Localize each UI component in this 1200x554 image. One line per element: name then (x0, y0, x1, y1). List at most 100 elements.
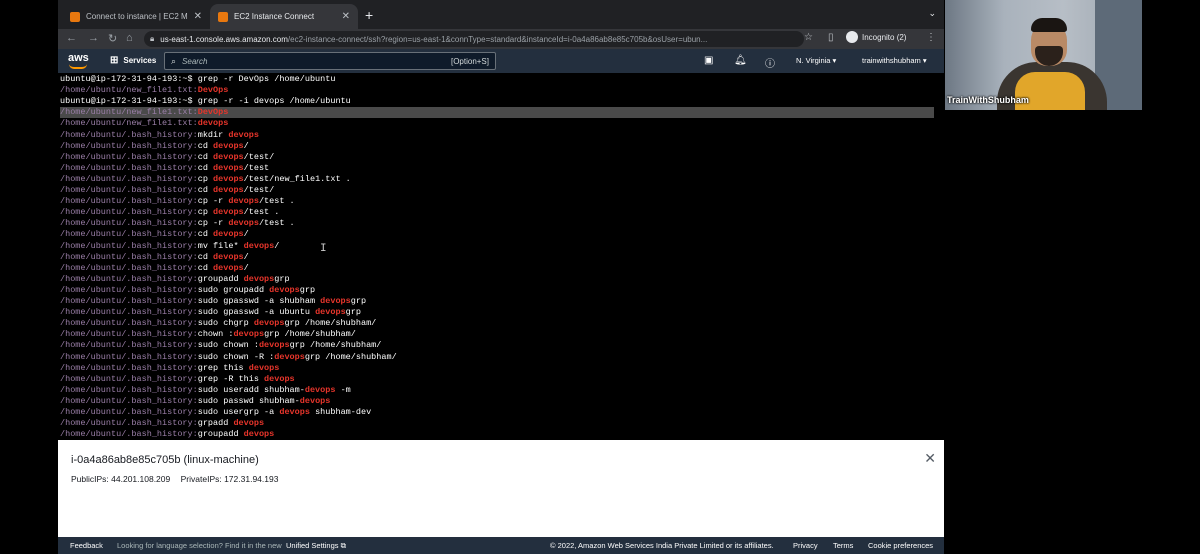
lock-icon[interactable]: 🔒︎ (150, 34, 154, 44)
file-path-prefix: /home/ubuntu/.bash_history: (60, 307, 198, 318)
grep-match: devops (197, 118, 229, 129)
terminal-line: /home/ubuntu/.bash_history:sudo passwd s… (60, 396, 934, 407)
services-menu-button[interactable]: ⊞ Services (110, 55, 156, 66)
file-path-prefix: /home/ubuntu/.bash_history: (60, 173, 198, 184)
terminal-text: sudo chown : (197, 340, 259, 351)
tab-close-icon[interactable]: ✕ (194, 11, 202, 22)
terminal-text: grp (345, 307, 361, 318)
close-panel-icon[interactable]: ✕ (924, 450, 936, 467)
tab-connect-to-instance[interactable]: Connect to instance | EC2 Man ✕ (62, 4, 210, 29)
ssh-terminal[interactable]: ubuntu@ip-172-31-94-193:~$ grep -r DevOp… (58, 73, 944, 440)
aws-search-input[interactable]: ⌕ Search [Option+S] (164, 52, 496, 70)
terminal-text: sudo chgrp (197, 318, 254, 329)
tab-close-icon[interactable]: ✕ (342, 11, 350, 22)
tab-search-icon[interactable]: ⌄ (928, 8, 936, 19)
grep-match: devops (213, 151, 244, 162)
cloudshell-icon[interactable]: ▣ (704, 55, 713, 66)
grep-match: devops (213, 173, 244, 184)
terminal-line: /home/ubuntu/.bash_history:cd devops/ (60, 252, 934, 263)
terminal-line: /home/ubuntu/.bash_history:grep -R this … (60, 374, 934, 385)
terminal-line: /home/ubuntu/.bash_history:cd devops/ (60, 141, 934, 152)
browser-window: Connect to instance | EC2 Man ✕ EC2 Inst… (58, 0, 944, 554)
terminal-text: cd (197, 140, 214, 151)
aws-logo[interactable]: aws (68, 52, 89, 69)
grep-match: devops (299, 395, 331, 406)
privacy-link[interactable]: Privacy (793, 541, 818, 550)
file-path-prefix: /home/ubuntu/.bash_history: (60, 240, 198, 251)
file-path-prefix: /home/ubuntu/.bash_history: (60, 362, 198, 373)
file-path-prefix: /home/ubuntu/.bash_history: (60, 429, 198, 440)
terminal-text: -m (335, 384, 351, 395)
terminal-text: ubuntu@ip-172-31-94-193:~$ grep -r DevOp… (60, 74, 336, 84)
terminal-text: / (243, 262, 249, 273)
instance-info-panel: i-0a4a86ab8e85c705b (linux-machine) Publ… (58, 440, 944, 537)
terminal-text: shubham-dev (309, 407, 372, 417)
aws-favicon-icon (70, 11, 80, 22)
terminal-text: /test/ (243, 151, 275, 162)
home-icon[interactable]: ⌂ (126, 32, 133, 44)
grep-match: devops (228, 196, 259, 207)
terminal-line: /home/ubuntu/.bash_history:mkdir devops (60, 130, 934, 141)
terminal-line: /home/ubuntu/.bash_history:sudo chown -R… (60, 352, 934, 363)
public-ips: PublicIPs: 44.201.108.209 (71, 474, 171, 484)
url-path: /ec2-instance-connect/ssh?region=us-east… (287, 34, 708, 44)
aws-favicon-icon (218, 11, 228, 22)
terminal-line: /home/ubuntu/.bash_history:sudo chgrp de… (60, 318, 934, 329)
file-path-prefix: /home/ubuntu/new_file1.txt: (60, 118, 198, 129)
file-path-prefix: /home/ubuntu/.bash_history: (60, 185, 198, 195)
terminal-line: /home/ubuntu/.bash_history:groupadd devo… (60, 274, 934, 285)
webcam-overlay: TrainWithShubham (945, 0, 1142, 110)
terms-link[interactable]: Terms (833, 541, 853, 550)
terminal-line: /home/ubuntu/.bash_history:cp -r devops/… (60, 196, 934, 207)
cookie-preferences-link[interactable]: Cookie preferences (868, 541, 933, 550)
back-icon[interactable]: ← (66, 32, 77, 44)
terminal-text: /test . (258, 196, 295, 207)
terminal-line: /home/ubuntu/.bash_history:cp devops/tes… (60, 174, 934, 185)
terminal-text: / (243, 140, 249, 151)
tab-title: EC2 Instance Connect (234, 12, 315, 21)
terminal-line: /home/ubuntu/.bash_history:cp -r devops/… (60, 218, 934, 229)
search-shortcut: [Option+S] (450, 56, 489, 66)
file-path-prefix: /home/ubuntu/.bash_history: (60, 229, 198, 240)
browser-menu-icon[interactable]: ⋮ (926, 32, 936, 43)
file-path-prefix: /home/ubuntu/.bash_history: (60, 162, 198, 173)
grep-match: devops (228, 218, 259, 229)
notifications-bell-icon[interactable]: 🔔︎ (734, 55, 747, 66)
help-icon[interactable]: ⓘ (765, 55, 775, 70)
feedback-link[interactable]: Feedback (70, 541, 103, 550)
file-path-prefix: /home/ubuntu/new_file1.txt: (60, 85, 198, 96)
file-path-prefix: /home/ubuntu/.bash_history: (60, 207, 198, 218)
terminal-line: /home/ubuntu/.bash_history:cd devops/tes… (60, 152, 934, 163)
new-tab-icon[interactable]: + (365, 7, 373, 23)
terminal-line: /home/ubuntu/.bash_history:cd devops/ (60, 229, 934, 240)
grep-match: devops (315, 307, 346, 318)
grep-match: devops (213, 185, 244, 195)
reload-icon[interactable]: ↻ (108, 32, 117, 45)
terminal-text: cp (197, 207, 214, 218)
grep-match: devops (213, 207, 244, 218)
incognito-icon (846, 31, 858, 43)
unified-settings-link[interactable]: Unified Settings ⧉ (286, 541, 346, 551)
terminal-line: /home/ubuntu/.bash_history:cd devops/tes… (60, 163, 934, 174)
account-menu[interactable]: trainwithshubham ▾ (862, 56, 927, 65)
grep-match: DevOps (197, 107, 229, 118)
terminal-text: grp /home/shubham/ (289, 340, 382, 351)
terminal-text: sudo gpasswd -a shubham (197, 296, 321, 306)
grep-match: devops (320, 296, 351, 306)
address-bar[interactable]: 🔒︎ us-east-1.console.aws.amazon.com/ec2-… (144, 31, 804, 47)
forward-icon[interactable]: → (88, 32, 99, 44)
file-path-prefix: /home/ubuntu/.bash_history: (60, 373, 198, 384)
terminal-text: sudo usergrp -a (197, 407, 280, 417)
terminal-line: /home/ubuntu/.bash_history:mv file* devo… (60, 241, 934, 252)
terminal-line: /home/ubuntu/.bash_history:sudo gpasswd … (60, 307, 934, 318)
tab-ec2-instance-connect[interactable]: EC2 Instance Connect ✕ (210, 4, 358, 29)
file-path-prefix: /home/ubuntu/.bash_history: (60, 318, 198, 329)
region-selector[interactable]: N. Virginia ▾ (796, 56, 836, 65)
grep-match: devops (213, 262, 244, 273)
bookmark-star-icon[interactable]: ☆ (804, 32, 813, 43)
incognito-profile-button[interactable]: Incognito (2) (846, 31, 906, 43)
instance-ips: PublicIPs: 44.201.108.209 PrivateIPs: 17… (71, 474, 286, 484)
text-cursor-icon: I (320, 243, 327, 255)
side-panel-icon[interactable]: ▯ (828, 32, 834, 43)
file-path-prefix: /home/ubuntu/.bash_history: (60, 296, 198, 306)
